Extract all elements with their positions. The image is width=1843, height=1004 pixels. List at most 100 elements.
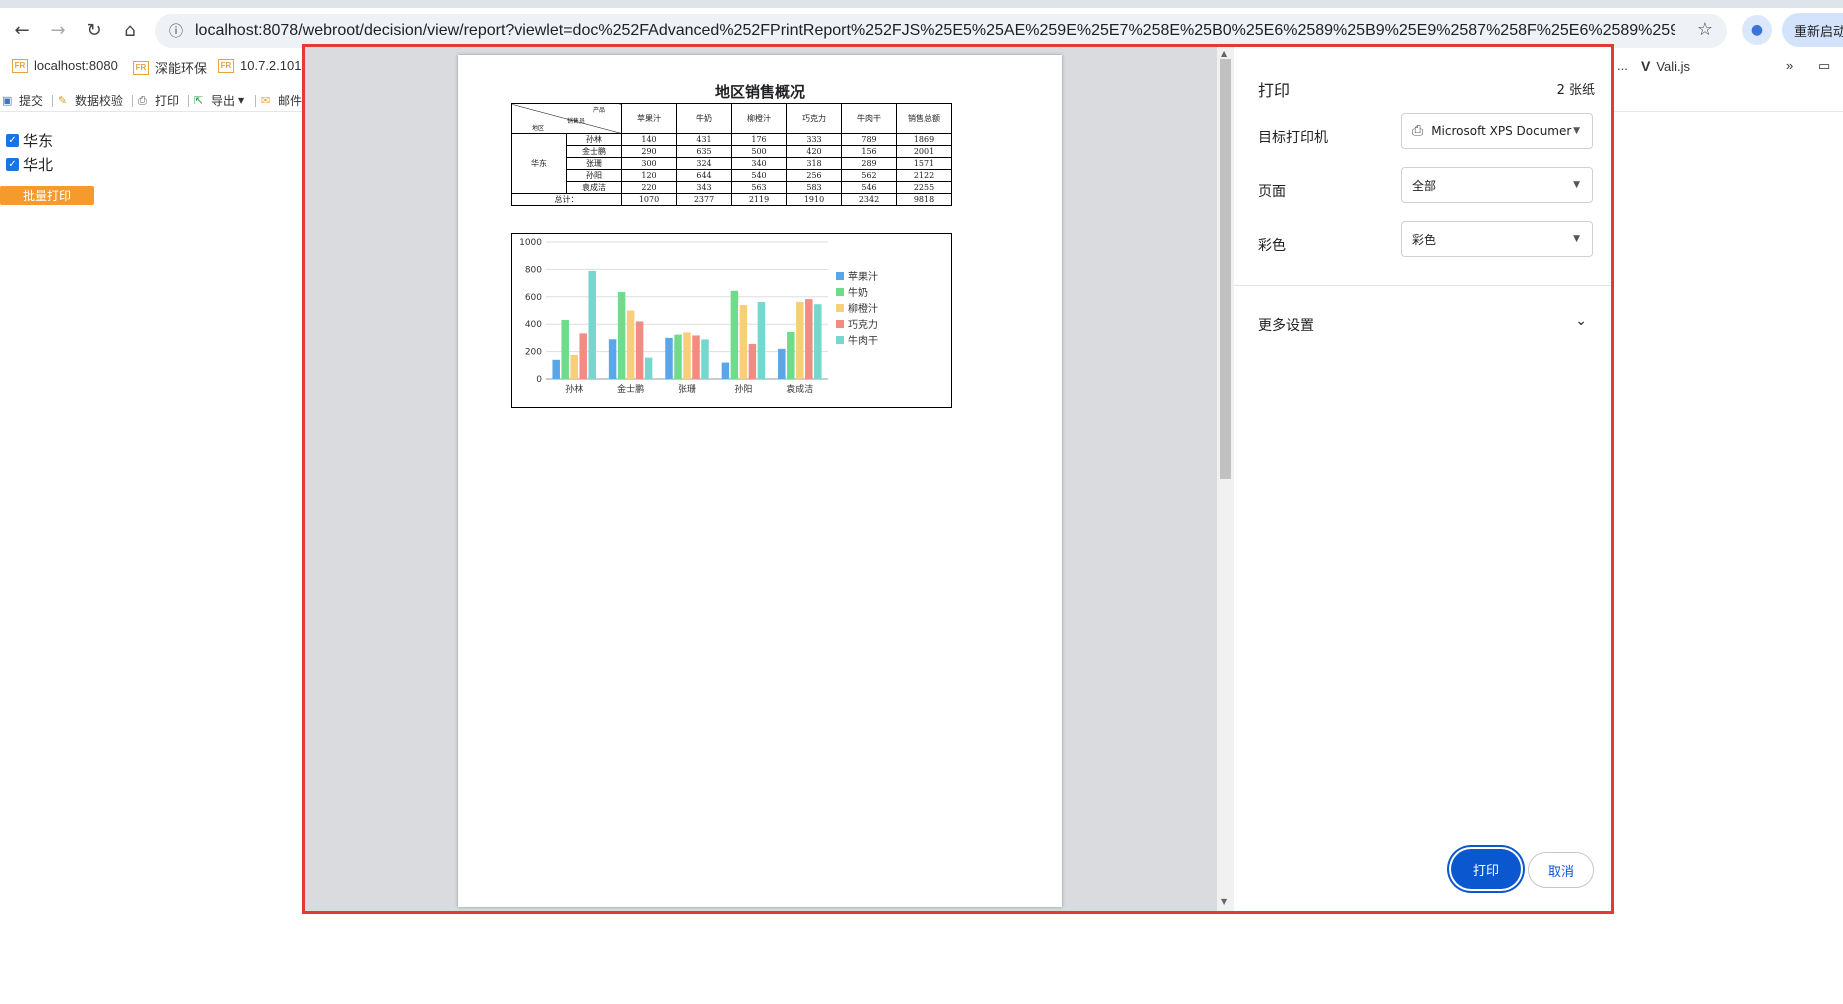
value-cell: 2255 xyxy=(896,181,952,194)
profile-icon[interactable]: ● xyxy=(1742,15,1772,45)
bookmark-item[interactable]: FR localhost:8080 xyxy=(12,58,118,73)
bar xyxy=(552,359,560,379)
address-bar[interactable]: ⓘ localhost:8078/webroot/decision/view/r… xyxy=(155,14,1727,48)
bar xyxy=(617,292,626,379)
back-icon[interactable]: ← xyxy=(8,16,36,44)
bar xyxy=(665,337,673,379)
filter-east[interactable]: ✓ 华东 xyxy=(6,128,53,152)
toolbar-divider xyxy=(255,95,256,107)
home-icon[interactable]: ⌂ xyxy=(116,16,144,44)
validate-button[interactable]: ✎ 数据校验 xyxy=(58,92,123,109)
bar xyxy=(778,348,786,379)
bookmark-label: 10.7.2.101 xyxy=(240,58,302,73)
total-cell: 2119 xyxy=(731,193,787,206)
checkbox-checked-icon[interactable]: ✓ xyxy=(6,157,19,171)
seller-cell: 孙林 xyxy=(566,133,622,146)
table-header-row: 产品 销售员 地区 苹果汁 牛奶 柳橙汁 巧克力 牛肉干 销售总额 xyxy=(511,103,952,134)
value-cell: 635 xyxy=(676,145,732,158)
scroll-down-icon[interactable]: ▼ xyxy=(1221,897,1227,906)
submit-label: 提交 xyxy=(19,94,44,108)
pages-select[interactable]: 全部 ▼ xyxy=(1401,167,1593,203)
table-row: 华东 孙林 140 431 176 333 789 1869 xyxy=(511,133,952,194)
bookmark-item[interactable]: FR 深能环保 xyxy=(133,58,207,77)
cancel-button[interactable]: 取消 xyxy=(1528,852,1594,888)
bookmarks-more-icon[interactable]: » xyxy=(1786,58,1793,73)
report-title: 地区销售概况 xyxy=(714,83,805,101)
column-header: 销售总额 xyxy=(896,103,952,134)
bookmark-overflow[interactable]: ... xyxy=(1617,58,1628,73)
export-button[interactable]: ⇱ 导出 ▼ xyxy=(194,92,244,109)
preview-scrollbar[interactable]: ▲ ▼ xyxy=(1217,47,1234,911)
value-cell: 540 xyxy=(731,169,787,182)
fr-logo-icon: FR xyxy=(133,60,149,75)
preview-page: 地区销售概况 产品 销售员 地区 苹果汁 牛奶 柳橙汁 巧克力 牛肉干 销售总额 xyxy=(458,55,1062,907)
color-select[interactable]: 彩色 ▼ xyxy=(1401,221,1593,257)
bookmark-star-icon[interactable]: ☆ xyxy=(1697,19,1713,40)
mail-button[interactable]: ✉ 邮件 xyxy=(261,92,302,109)
restart-button[interactable]: 重新启动更 xyxy=(1782,13,1843,47)
toolbar-divider xyxy=(52,95,53,107)
bar xyxy=(757,302,766,379)
color-label: 彩色 xyxy=(1258,238,1286,254)
value-cell: 156 xyxy=(841,145,897,158)
batch-print-button[interactable]: 批量打印 xyxy=(0,186,94,205)
url-text[interactable]: localhost:8078/webroot/decision/view/rep… xyxy=(195,22,1675,40)
legend-label: 巧克力 xyxy=(848,318,878,331)
table-row: 孙阳 120 644 540 256 562 2122 xyxy=(512,169,952,182)
print-button[interactable]: 打印 xyxy=(1451,849,1521,889)
print-toolbar-button[interactable]: ⎙ 打印 xyxy=(138,92,179,109)
print-dialog: 地区销售概况 产品 销售员 地区 苹果汁 牛奶 柳橙汁 巧克力 牛肉干 销售总额 xyxy=(302,44,1614,914)
x-tick-label: 金士鹏 xyxy=(617,383,644,395)
bar xyxy=(796,301,804,379)
submit-button[interactable]: ▣ 提交 xyxy=(2,92,43,109)
legend-label: 牛奶 xyxy=(848,286,868,299)
scroll-up-icon[interactable]: ▲ xyxy=(1221,49,1227,58)
filter-north[interactable]: ✓ 华北 xyxy=(6,152,53,176)
reload-icon[interactable]: ↻ xyxy=(80,16,108,44)
table-row: 张珊 300 324 340 318 289 1571 xyxy=(512,157,952,170)
printer-icon: ⎙ xyxy=(138,93,147,107)
dropdown-caret-icon: ▼ xyxy=(1573,126,1580,136)
chevron-down-icon[interactable]: ⌄ xyxy=(1575,313,1587,329)
value-cell: 500 xyxy=(731,145,787,158)
export-label: 导出 xyxy=(211,94,236,108)
corner-product-label: 产品 xyxy=(592,107,605,114)
bookmark-item[interactable]: FR 10.7.2.101 xyxy=(218,58,301,73)
bookmark-item[interactable]: V Vali.js xyxy=(1641,58,1690,74)
legend-swatch xyxy=(836,336,844,344)
column-header: 苹果汁 xyxy=(621,103,677,134)
value-cell: 318 xyxy=(786,157,842,170)
total-cell: 1910 xyxy=(786,193,842,206)
folder-icon[interactable]: ▭ xyxy=(1818,58,1830,74)
printer-icon: ⎙ xyxy=(1412,123,1424,139)
dropdown-caret-icon: ▼ xyxy=(1573,234,1580,244)
dialog-title: 打印 xyxy=(1258,81,1291,100)
region-cell: 华东 xyxy=(511,133,567,194)
total-cell: 1070 xyxy=(621,193,677,206)
pages-label: 页面 xyxy=(1258,184,1286,200)
x-tick-label: 孙阳 xyxy=(734,383,752,395)
checkbox-checked-icon[interactable]: ✓ xyxy=(6,133,19,147)
dropdown-caret-icon: ▼ xyxy=(1573,180,1580,190)
column-header: 巧克力 xyxy=(786,103,842,134)
value-cell: 300 xyxy=(621,157,677,170)
bookmark-label: localhost:8080 xyxy=(34,58,118,73)
toolbar-divider xyxy=(188,95,189,107)
y-tick-label: 400 xyxy=(525,320,542,330)
printer-select[interactable]: ⎙ Microsoft XPS Documer ▼ xyxy=(1401,113,1593,149)
more-settings-toggle[interactable]: 更多设置 xyxy=(1258,315,1314,335)
seller-cell: 袁成洁 xyxy=(566,181,622,194)
column-header: 柳橙汁 xyxy=(731,103,787,134)
seller-cell: 张珊 xyxy=(566,157,622,170)
value-cell: 290 xyxy=(621,145,677,158)
scrollbar-thumb[interactable] xyxy=(1220,59,1231,479)
report-table: 产品 销售员 地区 苹果汁 牛奶 柳橙汁 巧克力 牛肉干 销售总额 华东 孙林 … xyxy=(511,103,952,206)
sheet-count: 2 张纸 xyxy=(1556,83,1595,98)
bar xyxy=(739,305,748,379)
y-tick-label: 1000 xyxy=(519,238,542,248)
forward-icon[interactable]: → xyxy=(44,16,72,44)
y-tick-label: 200 xyxy=(525,348,542,358)
bar xyxy=(635,321,644,379)
value-cell: 546 xyxy=(841,181,897,194)
site-info-icon[interactable]: ⓘ xyxy=(165,20,187,42)
